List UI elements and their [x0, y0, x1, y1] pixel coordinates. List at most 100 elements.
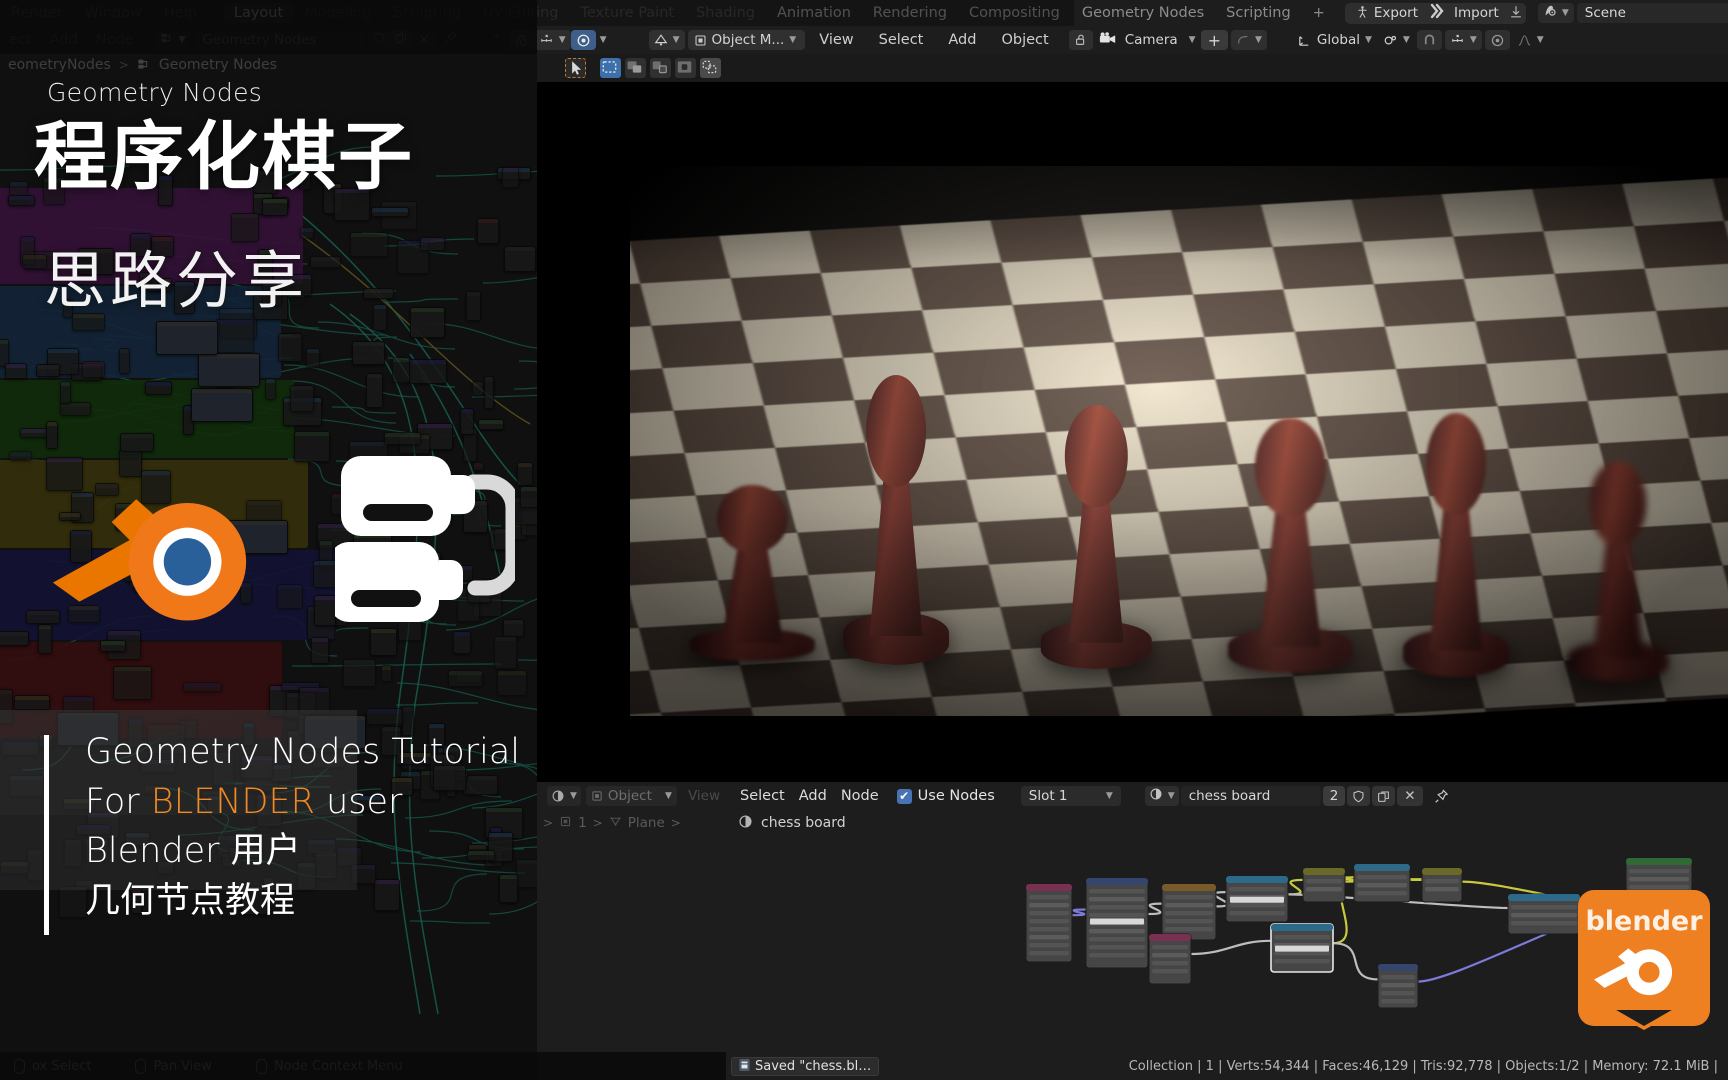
tab-sculpting[interactable]: Sculpting — [383, 3, 471, 23]
node[interactable] — [213, 752, 234, 787]
node[interactable] — [370, 207, 409, 217]
node[interactable] — [396, 542, 422, 567]
node[interactable] — [412, 585, 431, 616]
node[interactable] — [462, 500, 488, 533]
viewport-menu-object[interactable]: Object — [990, 27, 1059, 53]
node[interactable] — [334, 188, 371, 221]
node[interactable] — [369, 627, 398, 656]
node[interactable] — [257, 248, 274, 281]
select-extend-icon[interactable] — [625, 58, 646, 78]
material-users-button[interactable]: 2 — [1322, 786, 1346, 806]
node[interactable] — [70, 529, 92, 564]
breadcrumb-material-name[interactable]: chess board — [761, 815, 846, 831]
node[interactable] — [294, 430, 330, 463]
node[interactable] — [447, 565, 474, 582]
tweak-tool-icon[interactable] — [565, 58, 586, 78]
node[interactable] — [255, 794, 283, 827]
node[interactable] — [466, 849, 495, 862]
gn-pin-button[interactable] — [436, 30, 466, 50]
snap-to-dropdown[interactable]: ▼ — [1444, 30, 1482, 50]
shader-menu-add[interactable]: Add — [799, 788, 827, 804]
material-new-button[interactable] — [1372, 786, 1396, 806]
node[interactable] — [59, 401, 91, 417]
node[interactable] — [351, 794, 383, 812]
node[interactable] — [42, 177, 66, 205]
material-name-field[interactable]: chess board — [1180, 786, 1321, 806]
node[interactable] — [9, 775, 45, 798]
node[interactable] — [113, 665, 152, 700]
node[interactable] — [365, 707, 404, 725]
shader-pin-button[interactable] — [1425, 786, 1458, 806]
node[interactable] — [207, 795, 224, 816]
node[interactable] — [363, 287, 395, 299]
node[interactable] — [94, 483, 119, 496]
node[interactable] — [433, 498, 453, 528]
select-invert-icon[interactable] — [675, 58, 696, 78]
node[interactable] — [391, 777, 413, 796]
node[interactable] — [26, 610, 60, 625]
tab-layout[interactable]: Layout — [223, 3, 294, 23]
node[interactable] — [4, 363, 28, 380]
node[interactable] — [13, 695, 50, 711]
gn-browse-modifier-button[interactable]: ▼ — [154, 30, 191, 50]
node[interactable] — [503, 245, 537, 272]
shader-node[interactable] — [1507, 893, 1581, 935]
node[interactable] — [330, 492, 351, 516]
node[interactable] — [115, 502, 143, 531]
node[interactable] — [520, 485, 537, 509]
node[interactable] — [336, 544, 365, 556]
node[interactable] — [373, 879, 401, 911]
export-button[interactable]: Export — [1348, 3, 1426, 23]
shader-node[interactable] — [1025, 883, 1073, 963]
node[interactable] — [342, 658, 377, 687]
node[interactable] — [433, 764, 466, 792]
node[interactable] — [388, 503, 415, 516]
node[interactable] — [9, 450, 32, 462]
node[interactable] — [381, 664, 392, 682]
node[interactable] — [270, 764, 292, 783]
node[interactable] — [67, 604, 100, 623]
node[interactable] — [37, 623, 52, 655]
gn-overlay-toggle[interactable] — [570, 30, 596, 50]
node[interactable] — [182, 681, 223, 692]
node[interactable] — [231, 212, 260, 243]
node[interactable] — [351, 863, 377, 885]
node[interactable] — [0, 860, 29, 875]
node[interactable] — [264, 378, 276, 401]
node-large[interactable] — [198, 352, 261, 387]
node[interactable] — [392, 357, 411, 383]
node[interactable] — [157, 175, 173, 207]
node[interactable] — [396, 751, 432, 765]
shader-node[interactable] — [1377, 963, 1419, 1009]
menu-render[interactable]: Render — [0, 0, 74, 26]
viewport-menu-add[interactable]: Add — [937, 27, 987, 53]
gn-snap-toggle[interactable] — [484, 30, 509, 50]
node[interactable] — [27, 849, 43, 882]
node[interactable] — [428, 723, 445, 748]
scene-browse-button[interactable]: ▼ — [1537, 3, 1574, 23]
node[interactable] — [300, 226, 314, 240]
select-subtract-icon[interactable] — [650, 58, 671, 78]
gn-new-button[interactable] — [390, 30, 413, 50]
pivot-point-button[interactable]: ▼ — [1379, 30, 1414, 50]
node[interactable] — [36, 363, 61, 377]
gn-menu-select[interactable]: ect — [0, 27, 41, 53]
gn-overlay-dropdown[interactable]: ▼ — [596, 30, 611, 50]
shader-node[interactable] — [1421, 867, 1463, 903]
shader-node[interactable] — [1225, 875, 1289, 923]
node-large[interactable] — [226, 520, 289, 555]
gn-proportional-toggle[interactable] — [508, 30, 534, 50]
viewport-menu-select[interactable]: Select — [868, 27, 935, 53]
active-camera-label-wrap[interactable]: Camera ▼ — [1123, 30, 1198, 50]
material-fake-user-button[interactable] — [1347, 786, 1371, 806]
node[interactable] — [494, 636, 517, 670]
node[interactable] — [72, 313, 105, 332]
node[interactable] — [131, 888, 143, 914]
object-types-visibility-button[interactable]: ▼ — [1724, 30, 1728, 50]
node[interactable] — [193, 587, 209, 604]
node[interactable] — [466, 291, 482, 321]
falloff-curve-button[interactable]: ▼ — [1513, 30, 1548, 50]
node[interactable] — [99, 640, 127, 653]
node[interactable] — [493, 527, 513, 550]
node[interactable] — [381, 725, 402, 757]
